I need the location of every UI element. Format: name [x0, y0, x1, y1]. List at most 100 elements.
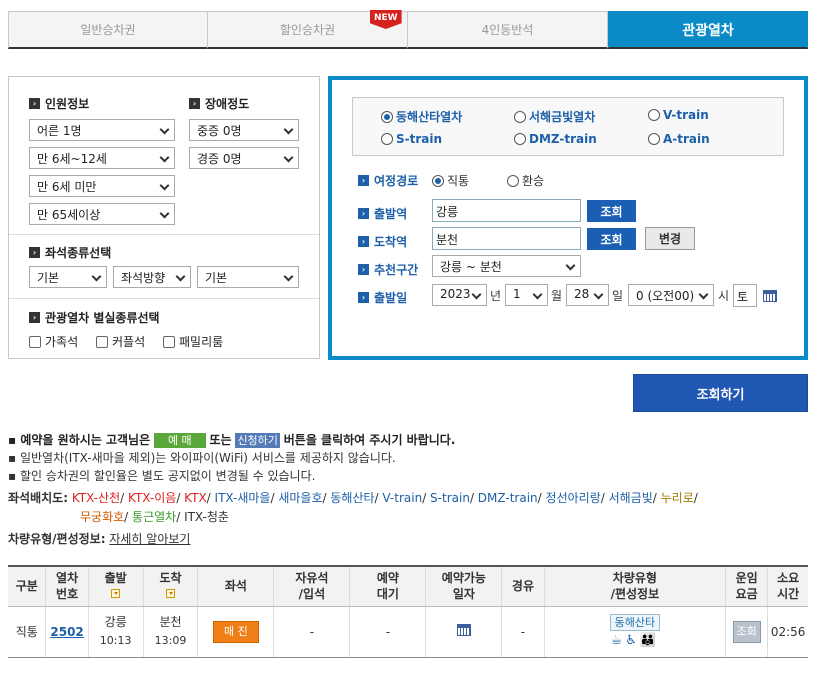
- arrow-bullet-icon: ›: [358, 264, 369, 275]
- seat-layout-link[interactable]: 서해금빛: [609, 491, 653, 505]
- family-icon: 👪: [639, 633, 660, 648]
- checkbox-family-seat[interactable]: 가족석: [29, 333, 78, 350]
- amenity-icons: ☕♿👪: [611, 633, 660, 648]
- seat-layout-link[interactable]: 통근열차: [132, 510, 176, 524]
- departure-lookup-button[interactable]: 조회: [587, 200, 636, 222]
- radio-icon[interactable]: [514, 133, 526, 145]
- train-number-link[interactable]: 2502: [50, 625, 83, 639]
- year-select[interactable]: 2023: [432, 284, 487, 306]
- recommended-route-label: › 추천구간: [358, 261, 418, 278]
- seat-layout-link[interactable]: ITX-새마을: [215, 491, 271, 505]
- calendar-icon[interactable]: [763, 290, 777, 302]
- radio-checked-icon[interactable]: [381, 110, 393, 123]
- radio-v-train[interactable]: V-train: [648, 108, 709, 122]
- arrow-bullet-icon: ›: [358, 236, 369, 247]
- checkbox-icon[interactable]: [29, 335, 41, 348]
- month-select[interactable]: 1: [505, 284, 548, 306]
- arrival-station-input[interactable]: 분천: [432, 227, 581, 250]
- radio-transfer[interactable]: 환승: [507, 172, 544, 189]
- checkbox-icon[interactable]: [163, 335, 175, 348]
- radio-s-train[interactable]: S-train: [381, 132, 442, 146]
- tab-discount[interactable]: 할인승차권 NEW: [208, 10, 408, 49]
- senior-select[interactable]: 만 65세이상: [29, 203, 175, 225]
- seat-layout-link[interactable]: 정선아리랑: [546, 491, 601, 505]
- radio-a-train[interactable]: A-train: [648, 132, 710, 146]
- train-results-table: 구분 열차 번호 출발 도착 좌석 자유석/입석 예약 대기 예약가능 일자 경유 차량유형/편성정보 운…: [8, 565, 808, 658]
- radio-checked-icon[interactable]: [432, 174, 444, 187]
- wheelchair-icon: ♿: [625, 633, 640, 648]
- mild-disability-select[interactable]: 경증 0명: [189, 147, 299, 169]
- radio-donghae-santa[interactable]: 동해산타열차: [381, 108, 462, 125]
- note-reservation: ▪ 예약을 원하시는 고객님은 예 매 또는 신청하기 버튼을 클릭하여 주시기…: [8, 433, 456, 448]
- severe-disability-select[interactable]: 중증 0명: [189, 119, 299, 141]
- seat-position-select[interactable]: 기본: [197, 266, 299, 288]
- table-header: 예약 대기: [349, 565, 426, 607]
- table-header[interactable]: 도착: [142, 565, 198, 607]
- vehicle-type-tag[interactable]: 동해산타: [609, 614, 661, 631]
- radio-direct[interactable]: 직통: [432, 172, 469, 189]
- sort-icon[interactable]: [111, 589, 121, 599]
- toddler-select[interactable]: 만 6세 미만: [29, 175, 175, 197]
- radio-dmz-train[interactable]: DMZ-train: [514, 132, 597, 146]
- room-section-title: › 관광열차 별실종류선택: [29, 309, 160, 326]
- table-header: 운임 요금: [725, 565, 768, 607]
- adult-select[interactable]: 어른 1명: [29, 119, 175, 141]
- cell-vehicle: 동해산타 ☕♿👪: [543, 606, 726, 658]
- seat-layout-link[interactable]: 무궁화호: [80, 510, 124, 524]
- fare-lookup-button[interactable]: 조회: [732, 620, 761, 643]
- radio-seohae-geumbit[interactable]: 서해금빛열차: [514, 108, 595, 125]
- seat-layout-line-1: KTX-산천/ KTX-이음/ KTX/ ITX-새마을/ 새마을호/ 동해산타…: [71, 491, 698, 505]
- seat-layout-link[interactable]: KTX-이음: [128, 491, 176, 505]
- chevron-down-icon: [159, 124, 170, 135]
- seat-section-title: › 좌석종류선택: [29, 244, 111, 261]
- chevron-down-icon: [471, 289, 482, 300]
- child-select[interactable]: 만 6세~12세: [29, 147, 175, 169]
- radio-icon[interactable]: [648, 133, 660, 145]
- day-select[interactable]: 28: [566, 284, 609, 306]
- checkbox-couple-seat[interactable]: 커플석: [96, 333, 145, 350]
- recommended-route-select[interactable]: 강릉 ~ 분천: [432, 255, 581, 277]
- radio-icon[interactable]: [381, 133, 393, 145]
- chevron-down-icon: [565, 260, 576, 271]
- sort-icon[interactable]: [166, 589, 175, 599]
- arrival-lookup-button[interactable]: 조회: [587, 228, 636, 250]
- seat-direction-select[interactable]: 좌석방향: [113, 266, 191, 288]
- divider: [9, 234, 319, 235]
- seat-type-select[interactable]: 기본: [29, 266, 107, 288]
- year-unit: 년: [490, 289, 502, 303]
- search-button[interactable]: 조회하기: [633, 374, 808, 412]
- seat-layout-link[interactable]: 동해산타: [330, 491, 374, 505]
- seat-layout-link[interactable]: 누리로: [661, 491, 694, 505]
- seat-layout-link[interactable]: 새마을호: [278, 491, 322, 505]
- table-header[interactable]: 출발: [87, 565, 144, 607]
- seat-layout-link[interactable]: KTX: [184, 491, 207, 505]
- table-header: 열차 번호: [45, 565, 89, 607]
- hour-select[interactable]: 0 (오전00): [628, 284, 714, 306]
- checkbox-family-room[interactable]: 패밀리룸: [163, 333, 223, 350]
- tab-four-seat[interactable]: 4인동반석: [408, 11, 608, 49]
- swap-stations-button[interactable]: 변경: [645, 227, 695, 250]
- radio-icon[interactable]: [648, 109, 660, 121]
- radio-icon[interactable]: [514, 110, 526, 123]
- seat-layout-link[interactable]: DMZ-train: [478, 491, 538, 505]
- cell-fare: 조회: [725, 606, 768, 658]
- seat-layout-link[interactable]: KTX-산천: [72, 491, 120, 505]
- sold-out-badge: 매 진: [213, 620, 259, 643]
- reserve-tag: 예 매: [153, 433, 206, 448]
- tab-tourist-train[interactable]: 관광열차: [608, 11, 808, 49]
- tab-general[interactable]: 일반승차권: [8, 11, 208, 49]
- seat-layout-link[interactable]: ITX-청춘: [184, 510, 229, 524]
- seat-layout-link[interactable]: V-train: [382, 491, 422, 505]
- table-row: 직통 2502 강릉 10:13 분천 13:09 매 진 - - - 동해산타 ☕…: [8, 606, 808, 658]
- vehicle-info-link[interactable]: 자세히 알아보기: [109, 532, 190, 546]
- departure-station-input[interactable]: 강릉: [432, 199, 581, 222]
- calendar-icon[interactable]: [456, 623, 471, 636]
- seat-layout-links: 좌석배치도: KTX-산천/ KTX-이음/ KTX/ ITX-새마을/ 새마을…: [8, 491, 698, 505]
- table-header: 좌석: [197, 565, 274, 607]
- passenger-section-title: › 인원정보: [29, 95, 89, 112]
- arrow-bullet-icon: ›: [358, 292, 369, 303]
- seat-layout-link[interactable]: S-train: [430, 491, 470, 505]
- checkbox-icon[interactable]: [96, 335, 108, 348]
- radio-icon[interactable]: [507, 174, 519, 187]
- apply-tag: 신청하기: [235, 433, 280, 448]
